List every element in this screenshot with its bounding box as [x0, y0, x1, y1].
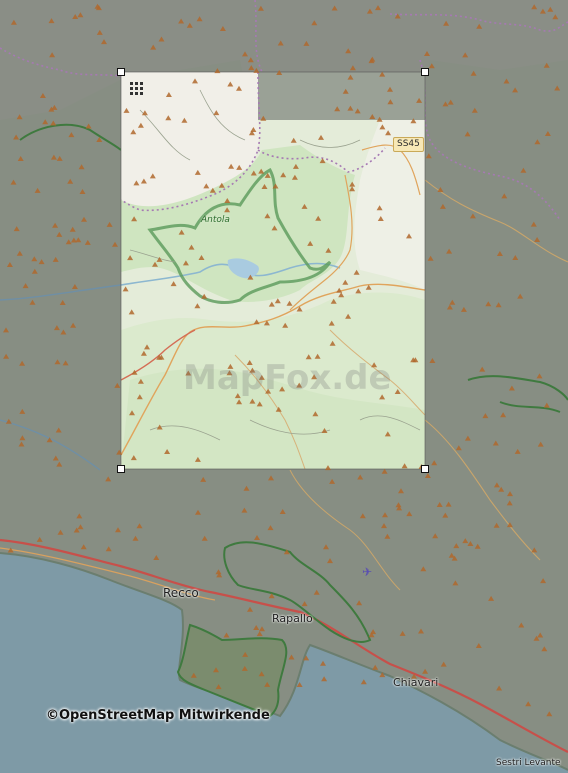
airport-icon: ✈ — [362, 565, 373, 579]
label-rapallo: Rapallo — [272, 612, 313, 625]
label-antola: Antola — [201, 215, 230, 225]
selection-handle-bottom-left[interactable] — [117, 465, 125, 473]
selection-handle-top-left[interactable] — [117, 68, 125, 76]
selection-handle-top-right[interactable] — [421, 68, 429, 76]
watermark: MapFox.de — [183, 358, 392, 398]
label-recco: Recco — [163, 586, 199, 600]
label-sestri-levante: Sestri Levante — [496, 758, 561, 768]
label-chiavari: Chiavari — [393, 676, 439, 689]
road-shield: SS45 — [393, 137, 424, 152]
grid-icon[interactable] — [130, 82, 144, 96]
selection-handle-bottom-right[interactable] — [421, 465, 429, 473]
attribution: ©OpenStreetMap Mitwirkende — [46, 708, 270, 723]
selection-area — [121, 72, 425, 469]
